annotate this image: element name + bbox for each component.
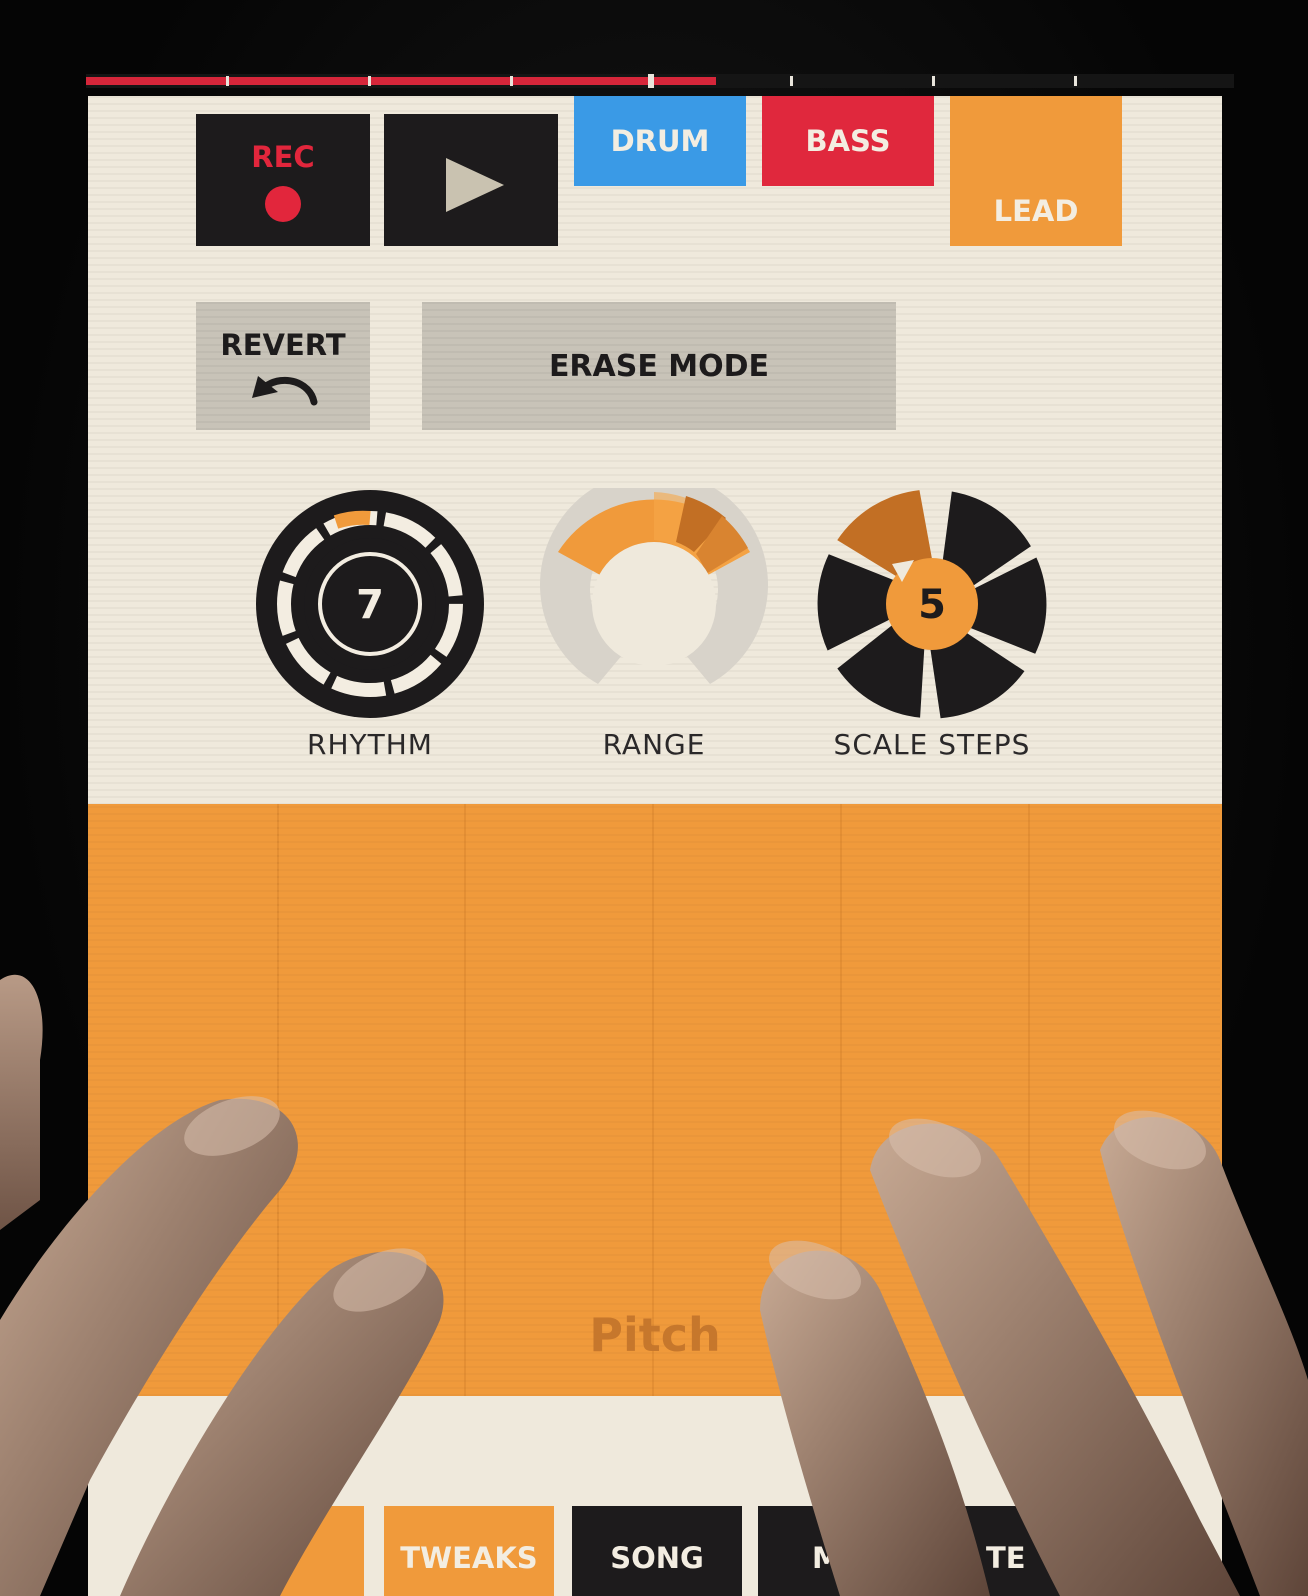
tab-tweaks[interactable]: TWEAKS bbox=[384, 1506, 554, 1596]
tab-settings[interactable]: TE bbox=[946, 1506, 1116, 1596]
bottom-tab-bar: TWEAKS SONG M TE bbox=[88, 1396, 1222, 1596]
pitch-label: Pitch bbox=[589, 1308, 721, 1362]
tab-bass[interactable]: BASS bbox=[762, 96, 934, 186]
play-button[interactable] bbox=[384, 114, 558, 246]
revert-button[interactable]: REVERT bbox=[196, 302, 370, 430]
scale-steps-label: SCALE STEPS bbox=[833, 728, 1031, 761]
undo-arrow-icon bbox=[252, 376, 318, 406]
range-label: RANGE bbox=[602, 728, 706, 761]
progress-tick bbox=[1074, 76, 1077, 86]
tab-mix-label: M bbox=[812, 1541, 841, 1575]
progress-tick bbox=[368, 76, 371, 86]
scale-steps-knob[interactable]: 5 bbox=[816, 488, 1048, 720]
progress-tick bbox=[932, 76, 935, 86]
tab-drum-label: DRUM bbox=[610, 124, 710, 158]
tab-song[interactable]: SONG bbox=[572, 1506, 742, 1596]
tab-mix[interactable]: M bbox=[758, 1506, 928, 1596]
tablet-device: REC DRUM BASS LEAD REVERT ERASE MODE 7 R… bbox=[0, 0, 1308, 1596]
progress-tick bbox=[510, 76, 513, 86]
record-dot-icon bbox=[265, 186, 301, 222]
pitch-pad-area[interactable]: Pitch bbox=[88, 804, 1222, 1396]
progress-tick bbox=[790, 76, 793, 86]
tab-tweaks-label: TWEAKS bbox=[400, 1541, 538, 1575]
tab-lead[interactable]: LEAD bbox=[950, 96, 1122, 246]
scale-steps-value: 5 bbox=[918, 582, 946, 628]
app-screen: REC DRUM BASS LEAD REVERT ERASE MODE 7 R… bbox=[88, 96, 1222, 1596]
tab-previous[interactable] bbox=[264, 1506, 364, 1596]
tab-song-label: SONG bbox=[610, 1541, 704, 1575]
rhythm-value: 7 bbox=[356, 582, 384, 628]
tab-bass-label: BASS bbox=[805, 124, 891, 158]
record-label: REC bbox=[251, 140, 315, 174]
rhythm-label: RHYTHM bbox=[307, 728, 433, 761]
tab-drum[interactable]: DRUM bbox=[574, 96, 746, 186]
song-progress-bar[interactable] bbox=[86, 74, 1234, 88]
play-icon bbox=[446, 158, 504, 212]
erase-mode-label: ERASE MODE bbox=[548, 348, 770, 384]
record-button[interactable]: REC bbox=[196, 114, 370, 246]
tab-lead-label: LEAD bbox=[993, 194, 1079, 228]
tab-settings-label: TE bbox=[986, 1541, 1026, 1575]
progress-fill bbox=[86, 77, 716, 85]
revert-label: REVERT bbox=[220, 328, 346, 362]
erase-mode-button[interactable]: ERASE MODE bbox=[422, 302, 896, 430]
progress-tick bbox=[226, 76, 229, 86]
progress-playhead bbox=[648, 74, 654, 88]
range-knob[interactable] bbox=[536, 488, 772, 720]
rhythm-knob[interactable]: 7 bbox=[254, 488, 486, 720]
